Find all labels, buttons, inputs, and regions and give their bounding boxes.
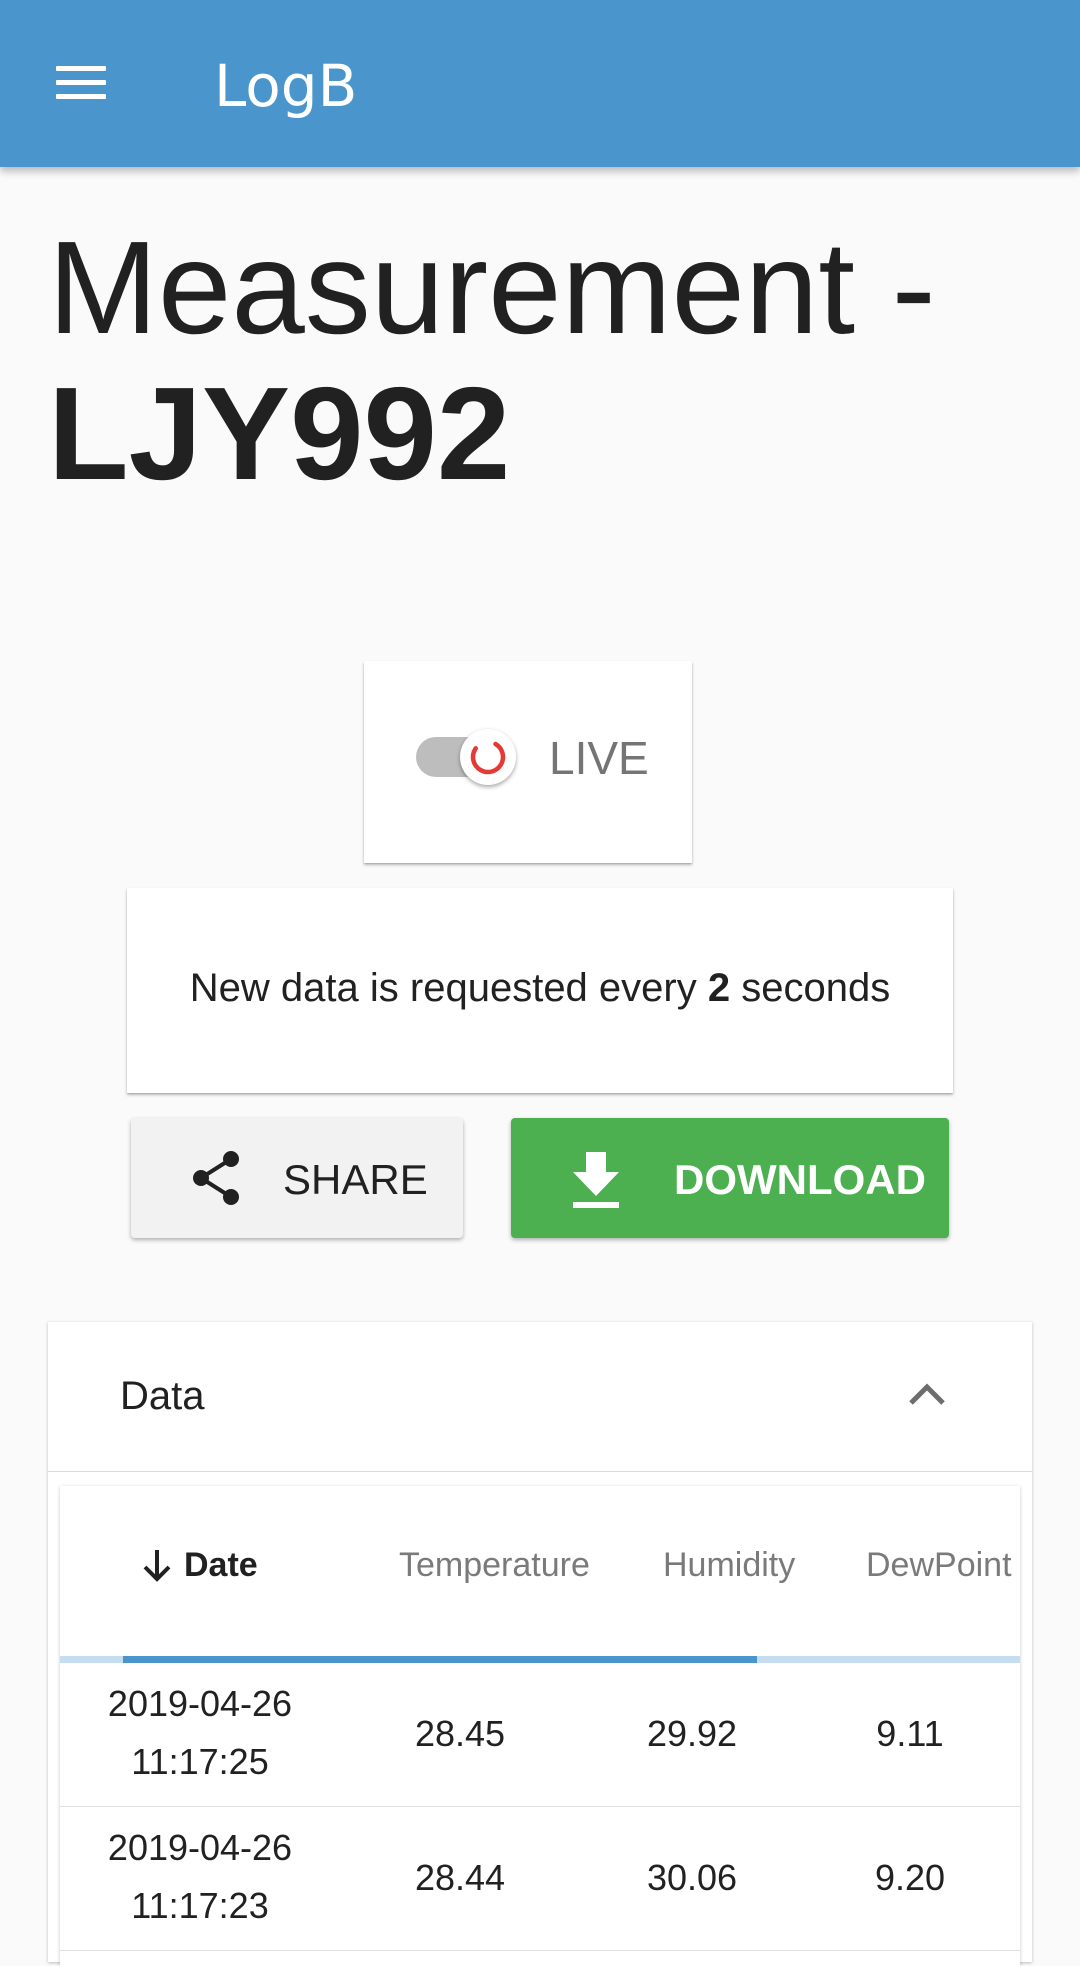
page-title: Measurement - LJY992	[48, 215, 1048, 507]
refresh-info-prefix: New data is requested every	[189, 966, 708, 1010]
column-header-date[interactable]: Date	[142, 1546, 258, 1585]
menu-icon[interactable]	[50, 60, 118, 106]
cell-date-day: 2019-04-26	[107, 1683, 293, 1724]
live-label: LIVE	[549, 732, 649, 784]
live-toggle-knob[interactable]	[460, 729, 516, 785]
table-row[interactable]: 2019-04-26 11:17:23 28.44 30.06 9.20	[60, 1807, 1020, 1951]
cell-humidity: 30.06	[646, 1857, 738, 1898]
cell-dewpoint: 9.11	[876, 1713, 944, 1754]
data-panel: Data Date Temperature Humidity DewPoint …	[48, 1322, 1032, 1966]
refresh-interval: 2	[707, 966, 731, 1010]
column-header-dewpoint[interactable]: DewPoint	[866, 1546, 1012, 1585]
cell-date-day: 2019-04-26	[107, 1827, 293, 1868]
page-title-id: LJY992	[48, 360, 511, 507]
share-icon	[193, 1151, 239, 1205]
data-table: Date Temperature Humidity DewPoint 2019-…	[60, 1486, 1020, 1966]
table-header: Date Temperature Humidity DewPoint	[60, 1486, 1020, 1656]
share-button[interactable]: SHARE	[131, 1118, 463, 1238]
refresh-info-text: New data is requested every 2 seconds	[127, 966, 953, 1011]
download-icon	[573, 1152, 619, 1208]
download-button[interactable]: DOWNLOAD	[511, 1118, 949, 1238]
cell-temperature: 28.44	[414, 1857, 506, 1898]
data-panel-title: Data	[120, 1374, 205, 1418]
refresh-info-card: New data is requested every 2 seconds	[127, 888, 953, 1093]
page-title-line1: Measurement -	[48, 214, 936, 361]
cell-dewpoint: 9.20	[874, 1857, 946, 1898]
cell-date: 2019-04-26 11:17:25	[60, 1675, 340, 1791]
loading-progress-bar	[123, 1656, 757, 1663]
refresh-info-suffix: seconds	[730, 966, 891, 1010]
data-panel-header[interactable]: Data	[48, 1322, 1032, 1472]
column-header-temperature[interactable]: Temperature	[399, 1546, 590, 1585]
chevron-up-icon[interactable]	[908, 1378, 946, 1408]
share-label: SHARE	[283, 1156, 428, 1203]
column-header-date-label: Date	[184, 1546, 258, 1584]
table-row[interactable]: 2019-04-26 11:17:25 28.45 29.92 9.11	[60, 1663, 1020, 1807]
brand-logo[interactable]: LogB	[214, 52, 357, 120]
column-header-humidity[interactable]: Humidity	[663, 1546, 795, 1585]
download-label: DOWNLOAD	[674, 1156, 926, 1203]
cell-temperature: 28.45	[414, 1713, 506, 1754]
app-bar: LogB	[0, 0, 1080, 167]
loading-spinner-icon	[470, 739, 506, 775]
arrow-down-icon	[143, 1550, 171, 1582]
cell-humidity: 29.92	[646, 1713, 738, 1754]
cell-date: 2019-04-26 11:17:23	[60, 1819, 340, 1935]
live-toggle-card: LIVE	[364, 661, 692, 863]
cell-date-time: 11:17:25	[131, 1741, 269, 1782]
cell-date-time: 11:17:23	[131, 1885, 269, 1926]
